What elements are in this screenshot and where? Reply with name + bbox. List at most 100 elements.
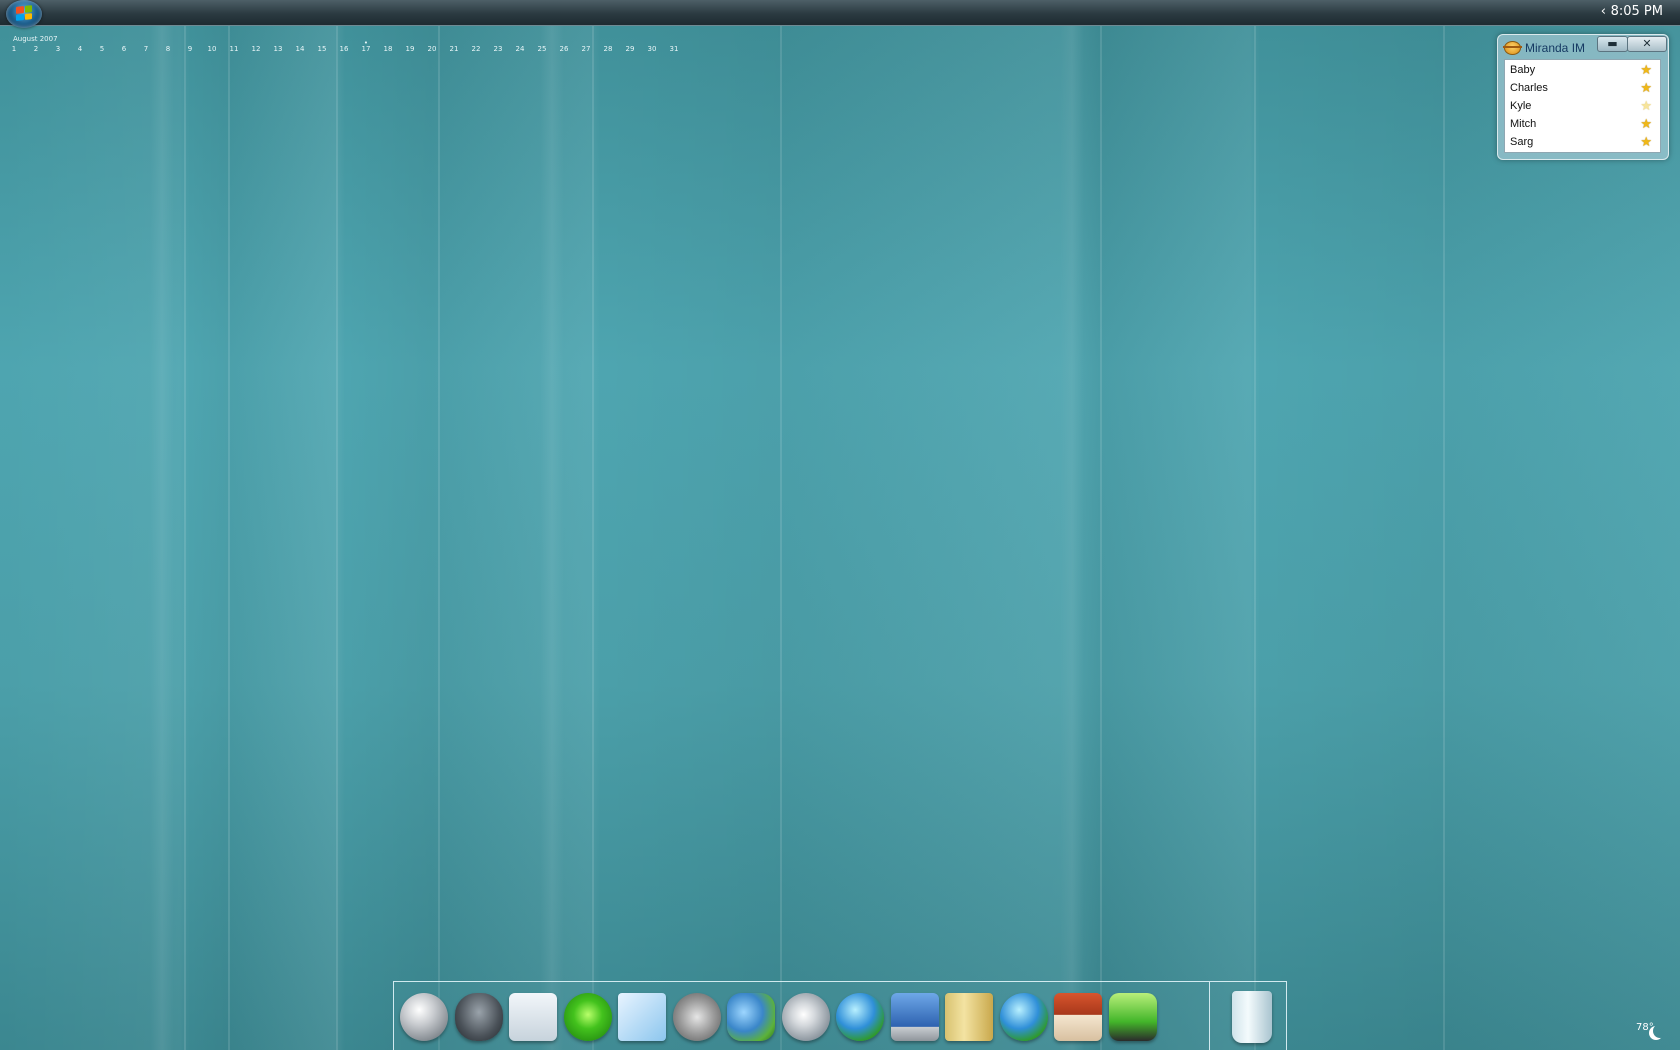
star-status-icon: ★ (1640, 80, 1652, 95)
recycle-bin-icon[interactable] (1226, 990, 1278, 1044)
media-disc-red-icon[interactable] (398, 990, 450, 1044)
calculator-icon-glyph (509, 993, 557, 1041)
calendar-day[interactable]: 31 (670, 45, 679, 53)
control-panel-icon[interactable] (889, 990, 941, 1044)
game-controller-icon-glyph (454, 993, 503, 1041)
calendar-day[interactable]: 16 (340, 45, 349, 53)
contact-item[interactable]: Baby ★ (1505, 61, 1660, 79)
star-status-icon: ★ (1640, 62, 1652, 77)
calendar-days: 1234567891011121314151617181920212223242… (12, 45, 693, 59)
star-status-icon: ★ (1640, 134, 1652, 149)
calendar-day[interactable]: 15 (318, 45, 327, 53)
battery-power-icon-glyph (1108, 993, 1157, 1041)
calendar-day[interactable]: 30 (648, 45, 657, 53)
wallpaper-streak (1100, 0, 1102, 1050)
minimize-button[interactable]: ▬ (1597, 36, 1628, 52)
calendar-day[interactable]: 6 (122, 45, 126, 53)
calendar-day[interactable]: 10 (208, 45, 217, 53)
start-button[interactable] (6, 0, 42, 28)
calendar-day[interactable]: 9 (188, 45, 192, 53)
control-panel-icon-glyph (890, 993, 939, 1041)
contact-name: Mitch (1510, 118, 1537, 130)
notepad-icon[interactable] (616, 990, 668, 1044)
calendar-day[interactable]: 20 (428, 45, 437, 53)
calendar-day[interactable]: 11 (230, 45, 239, 53)
close-button[interactable]: ✕ (1627, 36, 1667, 52)
game-controller-icon[interactable] (453, 990, 505, 1044)
contact-name: Kyle (1510, 100, 1532, 112)
calculator-icon[interactable] (507, 990, 559, 1044)
wallpaper-streak (150, 0, 174, 1050)
contact-name: Charles (1510, 82, 1548, 94)
green-circle-app-icon-glyph (563, 993, 612, 1041)
contact-item[interactable]: Mitch ★ (1505, 115, 1660, 133)
music-cd-icon[interactable] (780, 990, 832, 1044)
calendar-day[interactable]: 14 (296, 45, 305, 53)
calendar-day[interactable]: 21 (450, 45, 459, 53)
miranda-im-window: Miranda IM ▬ ✕ Baby ★ Charles ★ Kyle ★ M… (1497, 34, 1669, 160)
wallpaper-streak (592, 0, 594, 1050)
wallpaper-streak (438, 0, 440, 1050)
messenger-users-icon[interactable] (725, 990, 777, 1044)
wallpaper-streak (540, 0, 564, 1050)
wallpaper-streak (184, 0, 186, 1050)
calendar-day[interactable]: 29 (626, 45, 635, 53)
home-icon-glyph (1054, 993, 1102, 1041)
calendar-day[interactable]: 17 (362, 45, 371, 53)
notepad-icon-glyph (618, 993, 666, 1041)
calendar-widget: August 2007 1234567891011121314151617181… (12, 35, 693, 59)
wallpaper-streak (336, 0, 338, 1050)
network-globe-icon[interactable] (998, 990, 1050, 1044)
calendar-day[interactable]: 19 (406, 45, 415, 53)
battery-power-icon[interactable] (1107, 990, 1159, 1044)
contact-item[interactable]: Charles ★ (1505, 79, 1660, 97)
calendar-day[interactable]: 22 (472, 45, 481, 53)
moon-icon (1653, 1024, 1667, 1038)
window-title: Miranda IM (1525, 41, 1586, 55)
calendar-day[interactable]: 27 (582, 45, 591, 53)
green-circle-app-icon[interactable] (562, 990, 614, 1044)
wallpaper-streak (1443, 0, 1445, 1050)
calendar-day[interactable]: 5 (100, 45, 104, 53)
home-icon[interactable] (1052, 990, 1104, 1044)
windows-logo-icon (16, 5, 32, 21)
film-reel-icon[interactable] (671, 990, 723, 1044)
calendar-day[interactable]: 24 (516, 45, 525, 53)
recycle-bin-glyph (1232, 991, 1272, 1043)
music-cd-icon-glyph (781, 993, 830, 1041)
contact-list: Baby ★ Charles ★ Kyle ★ Mitch ★ Sarg ★ (1504, 59, 1661, 153)
window-titlebar[interactable]: Miranda IM (1503, 38, 1586, 58)
network-globe-icon-glyph (999, 993, 1048, 1041)
calendar-day[interactable]: 18 (384, 45, 393, 53)
contact-name: Baby (1510, 64, 1536, 76)
calendar-day[interactable]: 7 (144, 45, 148, 53)
star-status-icon: ★ (1640, 116, 1652, 131)
messenger-users-icon-glyph (727, 993, 775, 1041)
contact-item[interactable]: Kyle ★ (1505, 97, 1660, 115)
globe-icon[interactable] (834, 990, 886, 1044)
calendar-day[interactable]: 3 (56, 45, 60, 53)
media-disc-red-icon-glyph (400, 993, 448, 1041)
miranda-logo-icon (1503, 41, 1522, 55)
calendar-day[interactable]: 8 (166, 45, 170, 53)
calendar-day[interactable]: 2 (34, 45, 38, 53)
calendar-day[interactable]: 26 (560, 45, 569, 53)
folder-documents-icon[interactable] (943, 990, 995, 1044)
globe-icon-glyph (836, 993, 884, 1041)
dock-separator (1209, 982, 1210, 1050)
calendar-day[interactable]: 1 (12, 45, 16, 53)
calendar-day[interactable]: 4 (78, 45, 82, 53)
calendar-day[interactable]: 12 (252, 45, 261, 53)
weather-temperature[interactable]: 78° (1636, 1022, 1654, 1033)
dock (393, 981, 1287, 1050)
chevron-left-icon[interactable]: ‹ (1601, 4, 1606, 19)
calendar-day[interactable]: 25 (538, 45, 547, 53)
calendar-day[interactable]: 23 (494, 45, 503, 53)
folder-documents-icon-glyph (945, 993, 993, 1041)
clock[interactable]: 8:05 PM (1611, 4, 1663, 19)
film-reel-icon-glyph (672, 993, 721, 1041)
contact-item[interactable]: Sarg ★ (1505, 133, 1660, 151)
calendar-day[interactable]: 28 (604, 45, 613, 53)
desktop: ‹ 8:05 PM August 2007 1 2 3 4 5 6 7 8 9 10 11 12 13 1… (0, 0, 1680, 1050)
calendar-day[interactable]: 13 (274, 45, 283, 53)
